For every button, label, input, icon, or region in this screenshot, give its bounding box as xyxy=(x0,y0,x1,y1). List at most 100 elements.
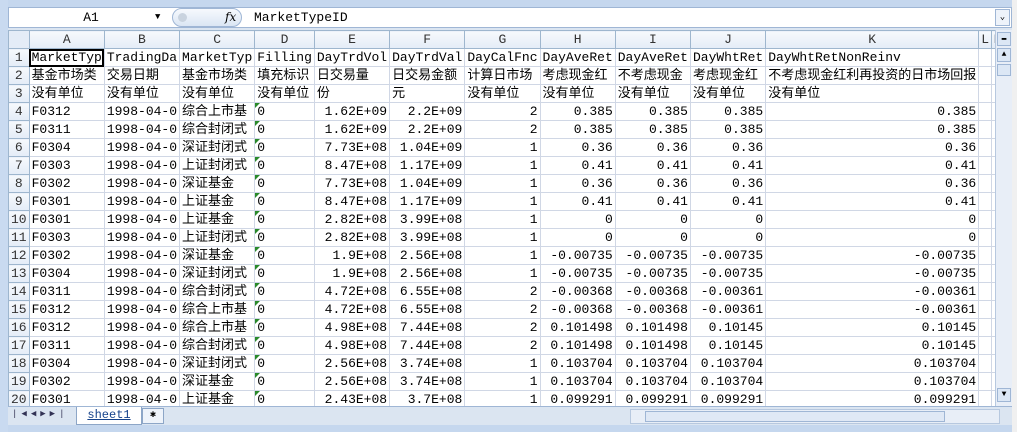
cell-A3[interactable]: 没有单位 xyxy=(28,84,105,103)
cell-C1[interactable]: MarketTyp xyxy=(179,48,256,67)
cell-F8[interactable]: 1.04E+09 xyxy=(389,174,466,193)
row-header[interactable]: 13 xyxy=(8,264,30,283)
cell-L10[interactable] xyxy=(978,210,993,229)
insert-sheet-icon[interactable]: ✱ xyxy=(142,408,164,424)
scroll-down-arrow-icon[interactable]: ▼ xyxy=(997,388,1011,402)
cell-F1[interactable]: DayTrdVal xyxy=(389,48,466,67)
cell-E15[interactable]: 4.72E+08 xyxy=(313,300,391,319)
split-handle[interactable]: ▬ xyxy=(997,32,1011,46)
cell-A14[interactable]: F0311 xyxy=(28,282,105,301)
formula-bar-resize-handle[interactable] xyxy=(178,13,187,22)
vertical-scrollbar[interactable]: ▬ ▲ ▼ xyxy=(995,30,1012,406)
cell-J14[interactable]: -0.00361 xyxy=(689,282,767,301)
cell-G16[interactable]: 2 xyxy=(464,318,541,337)
cell-A11[interactable]: F0303 xyxy=(28,228,105,247)
cell-C15[interactable]: 综合上市基 xyxy=(179,300,256,319)
cell-C6[interactable]: 深证封闭式 xyxy=(179,138,256,157)
cell-F20[interactable]: 3.7E+08 xyxy=(389,390,466,406)
cell-C18[interactable]: 深证封闭式 xyxy=(179,354,256,373)
cell-A6[interactable]: F0304 xyxy=(28,138,105,157)
cell-B2[interactable]: 交易日期 xyxy=(103,66,181,85)
cell-I14[interactable]: -0.00368 xyxy=(614,282,691,301)
row-header[interactable]: 20 xyxy=(8,390,30,406)
horizontal-scrollbar[interactable] xyxy=(630,409,1000,424)
cell-K13[interactable]: -0.00735 xyxy=(765,264,980,283)
cell-C10[interactable]: 上证基金 xyxy=(179,210,256,229)
cell-L13[interactable] xyxy=(978,264,993,283)
cell-F19[interactable]: 3.74E+08 xyxy=(389,372,466,391)
cell-I15[interactable]: -0.00368 xyxy=(614,300,691,319)
cell-D3[interactable]: 没有单位 xyxy=(254,84,315,103)
cell-H14[interactable]: -0.00368 xyxy=(539,282,616,301)
cell-G20[interactable]: 1 xyxy=(464,390,541,406)
cell-A7[interactable]: F0303 xyxy=(28,156,105,175)
cell-J3[interactable]: 没有单位 xyxy=(689,84,767,103)
cell-J9[interactable]: 0.41 xyxy=(689,192,767,211)
cell-K10[interactable]: 0 xyxy=(765,210,980,229)
sheet-tab-sheet1[interactable]: sheet1 xyxy=(76,407,142,425)
cell-K12[interactable]: -0.00735 xyxy=(765,246,980,265)
cell-A12[interactable]: F0302 xyxy=(28,246,105,265)
scroll-up-arrow-icon[interactable]: ▲ xyxy=(997,48,1011,62)
cell-A1[interactable]: MarketTyp xyxy=(28,48,105,67)
cell-E1[interactable]: DayTrdVol xyxy=(313,48,391,67)
cell-E17[interactable]: 4.98E+08 xyxy=(313,336,391,355)
cell-J18[interactable]: 0.103704 xyxy=(689,354,767,373)
cell-J4[interactable]: 0.385 xyxy=(689,102,767,121)
cell-K1[interactable]: DayWhtRetNonReinv xyxy=(765,48,980,67)
column-header-I[interactable]: I xyxy=(614,30,691,49)
cell-E4[interactable]: 1.62E+09 xyxy=(313,102,391,121)
cell-D18[interactable]: 0 xyxy=(254,354,315,373)
cell-A8[interactable]: F0302 xyxy=(28,174,105,193)
cell-B10[interactable]: 1998-04-0 xyxy=(103,210,181,229)
cell-J13[interactable]: -0.00735 xyxy=(689,264,767,283)
cell-I10[interactable]: 0 xyxy=(614,210,691,229)
cell-G4[interactable]: 2 xyxy=(464,102,541,121)
cell-D6[interactable]: 0 xyxy=(254,138,315,157)
cell-B16[interactable]: 1998-04-0 xyxy=(103,318,181,337)
cell-F11[interactable]: 3.99E+08 xyxy=(389,228,466,247)
name-box-dropdown-icon[interactable]: ▼ xyxy=(155,10,160,25)
cell-G8[interactable]: 1 xyxy=(464,174,541,193)
cell-H13[interactable]: -0.00735 xyxy=(539,264,616,283)
select-all-corner[interactable] xyxy=(8,30,30,49)
cell-G1[interactable]: DayCalFnc xyxy=(464,48,541,67)
row-header[interactable]: 6 xyxy=(8,138,30,157)
cell-A4[interactable]: F0312 xyxy=(28,102,105,121)
cell-L6[interactable] xyxy=(978,138,993,157)
row-header[interactable]: 7 xyxy=(8,156,30,175)
cell-I9[interactable]: 0.41 xyxy=(614,192,691,211)
cell-C20[interactable]: 上证基金 xyxy=(179,390,256,406)
cell-L20[interactable] xyxy=(978,390,993,406)
cell-G13[interactable]: 1 xyxy=(464,264,541,283)
cell-D13[interactable]: 0 xyxy=(254,264,315,283)
expand-formula-bar-button[interactable]: ⌄ xyxy=(995,9,1010,26)
cell-L1[interactable] xyxy=(978,48,993,67)
cell-C8[interactable]: 深证基金 xyxy=(179,174,256,193)
cell-G18[interactable]: 1 xyxy=(464,354,541,373)
cell-I18[interactable]: 0.103704 xyxy=(614,354,691,373)
cell-E11[interactable]: 2.82E+08 xyxy=(313,228,391,247)
cell-D10[interactable]: 0 xyxy=(254,210,315,229)
cell-L12[interactable] xyxy=(978,246,993,265)
cell-K4[interactable]: 0.385 xyxy=(765,102,980,121)
cell-H9[interactable]: 0.41 xyxy=(539,192,616,211)
cell-C5[interactable]: 综合封闭式 xyxy=(179,120,256,139)
column-header-D[interactable]: D xyxy=(254,30,315,49)
cell-J16[interactable]: 0.10145 xyxy=(689,318,767,337)
row-header[interactable]: 15 xyxy=(8,300,30,319)
cell-I16[interactable]: 0.101498 xyxy=(614,318,691,337)
cell-E7[interactable]: 8.47E+08 xyxy=(313,156,391,175)
row-header[interactable]: 19 xyxy=(8,372,30,391)
column-header-K[interactable]: K xyxy=(765,30,980,49)
cell-D1[interactable]: Filling xyxy=(254,48,315,67)
cell-B7[interactable]: 1998-04-0 xyxy=(103,156,181,175)
cell-L16[interactable] xyxy=(978,318,993,337)
cell-D19[interactable]: 0 xyxy=(254,372,315,391)
cell-G2[interactable]: 计算日市场 xyxy=(464,66,541,85)
cell-I20[interactable]: 0.099291 xyxy=(614,390,691,406)
cell-D20[interactable]: 0 xyxy=(254,390,315,406)
cell-C12[interactable]: 深证基金 xyxy=(179,246,256,265)
cell-F14[interactable]: 6.55E+08 xyxy=(389,282,466,301)
cell-A9[interactable]: F0301 xyxy=(28,192,105,211)
